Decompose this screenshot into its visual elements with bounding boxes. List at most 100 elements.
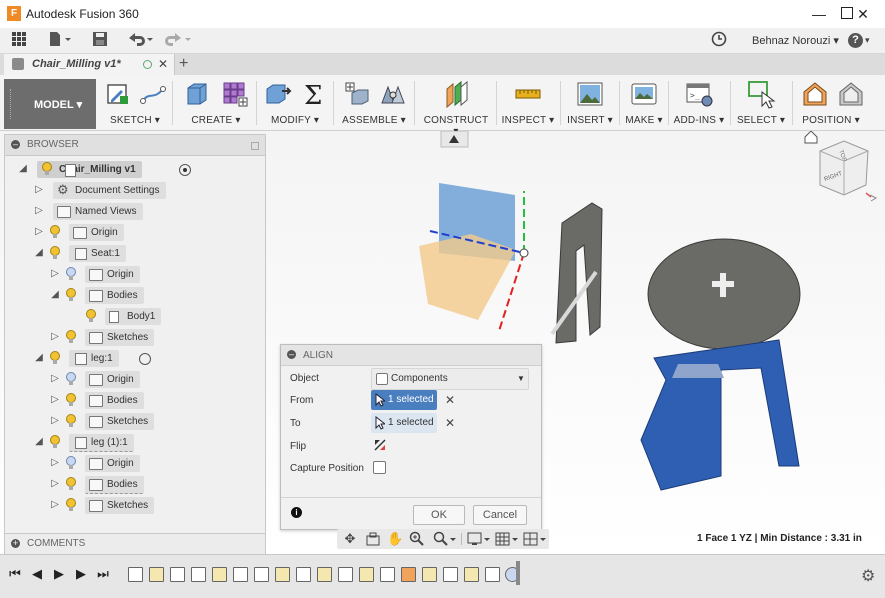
timeline-sketch-icon[interactable] (212, 567, 227, 582)
tree-collapsed-icon[interactable]: ▷ (49, 415, 61, 427)
tree-collapsed-icon[interactable]: ▷ (49, 394, 61, 406)
visibility-bulb-icon[interactable] (49, 246, 61, 260)
browser-node-leg-copy-origin[interactable]: ▷ Origin (49, 455, 189, 472)
play-icon[interactable]: ▶ (52, 567, 66, 581)
ok-button[interactable]: OK (413, 505, 465, 525)
inspect-group[interactable]: INSPECT ▾ (500, 77, 556, 129)
browser-node-seat-origin[interactable]: ▷ Origin (49, 266, 189, 283)
help-button[interactable]: ? ▾ (848, 33, 876, 49)
pin-browser-icon[interactable] (251, 142, 259, 150)
fit-zoom-icon[interactable] (433, 531, 457, 547)
timeline-sketch-icon[interactable] (275, 567, 290, 582)
flip-icon[interactable] (373, 438, 387, 452)
browser-node-leg1[interactable]: ◢ leg:1 (33, 350, 173, 367)
measure-ruler-icon[interactable] (513, 79, 543, 109)
collapse-browser-icon[interactable]: – (11, 140, 20, 149)
timeline-extrude-icon[interactable] (485, 567, 500, 582)
to-selection-button[interactable]: 1 selected (371, 413, 437, 433)
browser-node-leg-copy[interactable]: ◢ leg (1):1 (33, 434, 173, 452)
browser-node-leg-copy-sketches[interactable]: ▷ Sketches (49, 497, 189, 514)
browser-node-leg1-origin[interactable]: ▷ Origin (49, 371, 189, 388)
job-status-clock-icon[interactable] (709, 31, 729, 50)
sketch-group[interactable]: SKETCH ▾ (100, 77, 170, 129)
visibility-bulb-icon[interactable] (65, 330, 77, 344)
pan-hand-icon[interactable]: ✋ (387, 531, 403, 547)
browser-node-seat-sketches[interactable]: ▷ Sketches (49, 329, 189, 346)
leg-body-blue[interactable] (640, 339, 800, 491)
display-settings-icon[interactable] (467, 531, 491, 547)
assemble-group[interactable]: ASSEMBLE ▾ (338, 77, 410, 129)
position-group[interactable]: POSITION ▾ (796, 77, 866, 129)
line-tool-icon[interactable] (138, 79, 168, 109)
pattern-grid-icon[interactable] (220, 79, 250, 109)
visibility-bulb-icon[interactable] (65, 267, 77, 281)
tree-collapsed-icon[interactable]: ▷ (49, 499, 61, 511)
3d-print-icon[interactable] (629, 79, 659, 109)
browser-node-body1[interactable]: Body1 (81, 308, 201, 325)
file-menu-icon[interactable] (46, 31, 74, 50)
tree-collapsed-icon[interactable]: ▷ (33, 184, 45, 196)
tree-collapsed-icon[interactable]: ▷ (49, 373, 61, 385)
tree-collapsed-icon[interactable]: ▷ (49, 457, 61, 469)
visibility-bulb-icon[interactable] (85, 309, 97, 323)
tree-expand-icon[interactable]: ◢ (33, 247, 45, 259)
extrude-box-icon[interactable] (182, 79, 212, 109)
cancel-button[interactable]: Cancel (473, 505, 527, 525)
home-view-icon[interactable] (804, 131, 818, 144)
browser-node-leg-copy-bodies[interactable]: ▷ Bodies (49, 476, 189, 494)
insert-image-icon[interactable] (575, 79, 605, 109)
clear-to-icon[interactable]: ✕ (445, 416, 455, 430)
construct-group[interactable]: CONSTRUCT ▾ (420, 77, 492, 137)
tree-collapsed-icon[interactable]: ▷ (49, 478, 61, 490)
undo-icon[interactable] (126, 31, 156, 50)
tree-expand-icon[interactable]: ◢ (33, 436, 45, 448)
select-arrow-icon[interactable] (746, 79, 776, 109)
visibility-bulb-icon[interactable] (41, 162, 53, 176)
timeline-feature-icon[interactable] (170, 567, 185, 582)
visibility-bulb-icon[interactable] (65, 393, 77, 407)
zoom-icon[interactable] (409, 531, 425, 547)
maximize-button[interactable] (801, 0, 853, 28)
tree-expand-icon[interactable]: ◢ (49, 289, 61, 301)
add-ins-group[interactable]: >_ ADD-INS ▾ (672, 77, 726, 129)
timeline-extrude-icon[interactable] (443, 567, 458, 582)
tree-collapsed-icon[interactable]: ▷ (49, 268, 61, 280)
tree-expand-icon[interactable]: ◢ (17, 163, 29, 175)
align-dialog-header[interactable]: – ALIGN (281, 345, 541, 366)
go-to-end-icon[interactable]: ⏭ (96, 567, 110, 581)
view-cube[interactable] (819, 140, 878, 202)
timeline-position-icon[interactable] (401, 567, 416, 582)
activate-radio-icon[interactable] (179, 164, 191, 176)
timeline-extrude-icon[interactable] (296, 567, 311, 582)
new-component-icon[interactable] (342, 79, 372, 109)
browser-node-document-settings[interactable]: ▷ Document Settings ⚙ (33, 182, 173, 199)
visibility-bulb-icon[interactable] (65, 477, 77, 491)
collapse-dialog-icon[interactable]: – (287, 350, 296, 359)
create-sketch-icon[interactable] (102, 79, 132, 109)
timeline-extrude-icon[interactable] (380, 567, 395, 582)
timeline-feature-icon[interactable] (254, 567, 269, 582)
new-tab-plus-icon[interactable]: + (179, 55, 188, 73)
data-panel-grid-icon[interactable] (8, 31, 30, 50)
timeline-extrude-icon[interactable] (233, 567, 248, 582)
capture-position-checkbox[interactable] (373, 461, 386, 474)
capture-position-icon[interactable] (800, 79, 830, 109)
compute-all-sigma-icon[interactable]: Σ (298, 79, 328, 109)
visibility-bulb-icon[interactable] (65, 372, 77, 386)
browser-node-seat[interactable]: ◢ Seat:1 (33, 245, 173, 262)
clear-from-icon[interactable]: ✕ (445, 393, 455, 407)
workspace-switcher[interactable]: MODEL ▾ (4, 79, 96, 129)
visibility-bulb-icon[interactable] (65, 288, 77, 302)
timeline-feature-icon[interactable] (128, 567, 143, 582)
user-account-menu[interactable]: Behnaz Norouzi ▾ (752, 34, 839, 47)
browser-node-leg1-bodies[interactable]: ▷ Bodies (49, 392, 189, 409)
press-pull-icon[interactable] (262, 79, 292, 109)
make-group[interactable]: MAKE ▾ (622, 77, 666, 129)
revert-position-icon[interactable] (836, 79, 866, 109)
timeline-sketch-icon[interactable] (149, 567, 164, 582)
create-group[interactable]: CREATE ▾ (178, 77, 254, 129)
browser-node-origin[interactable]: ▷ Origin (33, 224, 173, 241)
timeline-sketch-icon[interactable] (317, 567, 332, 582)
viewports-icon[interactable] (523, 531, 547, 547)
modify-group[interactable]: Σ MODIFY ▾ (260, 77, 330, 129)
